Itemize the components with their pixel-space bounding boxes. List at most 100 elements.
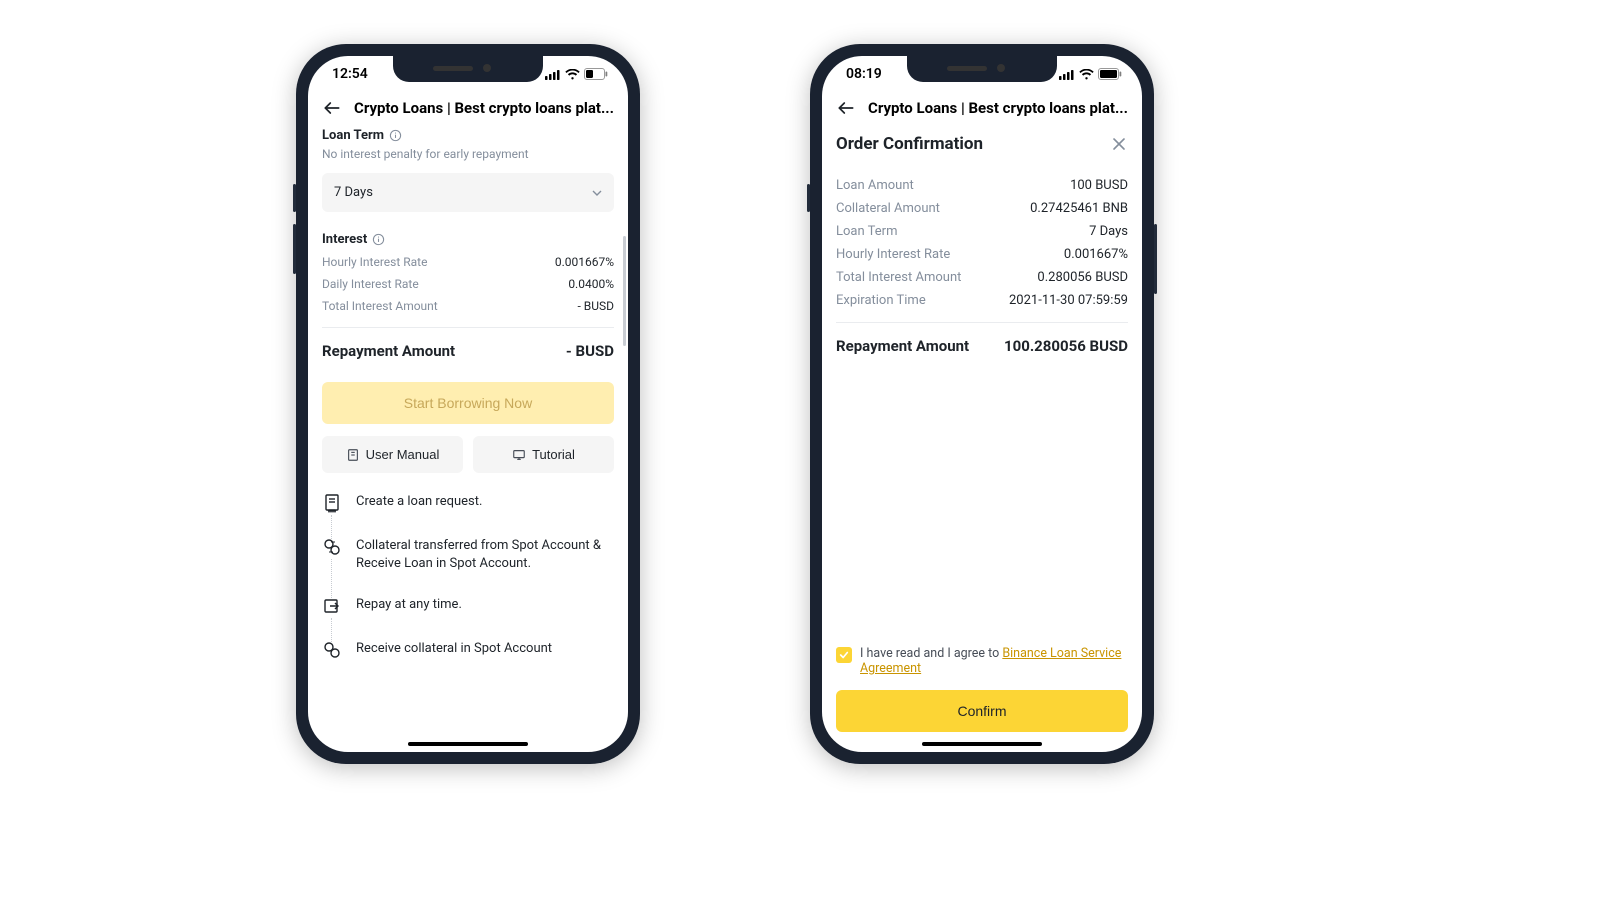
total-interest-value: - BUSD <box>577 299 614 313</box>
step-text: Create a loan request. <box>356 493 482 513</box>
nav-title: Crypto Loans | Best crypto loans plat... <box>868 99 1128 117</box>
step-item: Collateral transferred from Spot Account… <box>322 537 614 596</box>
wifi-icon <box>565 69 580 80</box>
step-text: Repay at any time. <box>356 596 462 616</box>
info-row: Total Interest Amount 0.280056 BUSD <box>836 270 1128 285</box>
confirm-button[interactable]: Confirm <box>836 690 1128 732</box>
info-icon[interactable] <box>372 233 385 246</box>
secondary-buttons: User Manual Tutorial <box>322 436 614 473</box>
loan-term-label: Loan Term <box>322 128 384 143</box>
loan-term-value: 7 Days <box>334 185 373 200</box>
receive-icon <box>322 640 342 660</box>
phone-mock-right: 08:19 Crypto Loans | Best crypto loans p… <box>810 44 1154 764</box>
tutorial-icon <box>512 448 526 462</box>
total-interest-row: Total Interest Amount - BUSD <box>322 299 614 313</box>
user-manual-button[interactable]: User Manual <box>322 436 463 473</box>
tutorial-button[interactable]: Tutorial <box>473 436 614 473</box>
nav-bar: Crypto Loans | Best crypto loans plat... <box>308 92 628 128</box>
cellular-icon <box>545 69 561 80</box>
step-item: Create a loan request. <box>322 493 614 537</box>
hourly-rate-label: Hourly Interest Rate <box>322 255 427 269</box>
notch <box>393 56 543 82</box>
daily-rate-row: Daily Interest Rate 0.0400% <box>322 277 614 291</box>
repay-icon <box>322 596 342 616</box>
start-borrowing-button[interactable]: Start Borrowing Now <box>322 382 614 424</box>
info-value: 0.001667% <box>1064 247 1128 262</box>
info-value: 100 BUSD <box>1070 178 1128 193</box>
info-row: Hourly Interest Rate 0.001667% <box>836 247 1128 262</box>
info-label: Loan Term <box>836 224 897 239</box>
repayment-row: Repayment Amount - BUSD <box>322 342 614 360</box>
check-icon <box>839 650 849 660</box>
info-label: Expiration Time <box>836 293 926 308</box>
daily-rate-label: Daily Interest Rate <box>322 277 419 291</box>
divider <box>836 322 1128 323</box>
repay-label: Repayment Amount <box>322 342 455 360</box>
battery-icon <box>1098 68 1122 80</box>
status-icons <box>1059 68 1122 80</box>
status-time: 08:19 <box>846 66 882 82</box>
screen: 08:19 Crypto Loans | Best crypto loans p… <box>822 56 1142 752</box>
scrollbar[interactable] <box>623 236 626 346</box>
back-icon[interactable] <box>322 98 342 118</box>
info-label: Total Interest Amount <box>836 270 961 285</box>
info-row: Loan Term 7 Days <box>836 224 1128 239</box>
tutorial-label: Tutorial <box>532 447 575 462</box>
divider <box>322 327 614 328</box>
repay-label: Repayment Amount <box>836 337 969 355</box>
step-text: Collateral transferred from Spot Account… <box>356 537 614 572</box>
agree-prefix: I have read and I agree to <box>860 646 1002 661</box>
notch <box>907 56 1057 82</box>
agreement-text: I have read and I agree to Binance Loan … <box>860 646 1128 676</box>
battery-icon <box>584 68 608 80</box>
back-icon[interactable] <box>836 98 856 118</box>
info-value: 0.280056 BUSD <box>1037 270 1128 285</box>
step-text: Receive collateral in Spot Account <box>356 640 552 660</box>
info-icon[interactable] <box>389 129 402 142</box>
home-indicator <box>922 742 1042 746</box>
confirm-area: I have read and I agree to Binance Loan … <box>836 646 1128 732</box>
dialog-header: Order Confirmation <box>836 128 1128 170</box>
nav-title: Crypto Loans | Best crypto loans plat... <box>354 99 614 117</box>
step-item: Receive collateral in Spot Account <box>322 640 614 660</box>
info-value: 0.27425461 BNB <box>1030 201 1128 216</box>
repay-value: - BUSD <box>566 342 614 360</box>
total-interest-label: Total Interest Amount <box>322 299 438 313</box>
repayment-row: Repayment Amount 100.280056 BUSD <box>836 337 1128 355</box>
info-row: Expiration Time 2021-11-30 07:59:59 <box>836 293 1128 308</box>
manual-label: User Manual <box>366 447 440 462</box>
info-label: Loan Amount <box>836 178 914 193</box>
loan-term-subtext: No interest penalty for early repayment <box>322 147 614 161</box>
manual-icon <box>346 448 360 462</box>
status-icons <box>545 68 608 80</box>
info-label: Collateral Amount <box>836 201 940 216</box>
info-value: 7 Days <box>1089 224 1128 239</box>
agreement-row: I have read and I agree to Binance Loan … <box>836 646 1128 676</box>
hourly-rate-value: 0.001667% <box>555 255 614 269</box>
loan-form: Loan Term No interest penalty for early … <box>308 128 628 744</box>
info-row: Loan Amount 100 BUSD <box>836 178 1128 193</box>
daily-rate-value: 0.0400% <box>568 277 614 291</box>
steps: Create a loan request. Collateral transf… <box>322 493 614 660</box>
info-value: 2021-11-30 07:59:59 <box>1009 293 1128 308</box>
hourly-rate-row: Hourly Interest Rate 0.001667% <box>322 255 614 269</box>
info-label: Hourly Interest Rate <box>836 247 950 262</box>
dialog-title: Order Confirmation <box>836 134 983 154</box>
loan-term-title: Loan Term <box>322 128 614 143</box>
close-icon[interactable] <box>1110 135 1128 153</box>
step-item: Repay at any time. <box>322 596 614 640</box>
transfer-icon <box>322 537 342 557</box>
phone-mock-left: 12:54 Crypto Loans | Best crypto loans p… <box>296 44 640 764</box>
interest-label: Interest <box>322 232 367 247</box>
repay-value: 100.280056 BUSD <box>1004 337 1128 355</box>
cellular-icon <box>1059 69 1075 80</box>
order-confirmation: Order Confirmation Loan Amount 100 BUSD C… <box>822 128 1142 744</box>
nav-bar: Crypto Loans | Best crypto loans plat... <box>822 92 1142 128</box>
request-icon <box>322 493 342 513</box>
loan-term-select[interactable]: 7 Days <box>322 173 614 212</box>
chevron-down-icon <box>592 190 602 196</box>
agreement-checkbox[interactable] <box>836 647 852 663</box>
status-time: 12:54 <box>332 66 368 82</box>
home-indicator <box>408 742 528 746</box>
interest-title: Interest <box>322 232 614 247</box>
